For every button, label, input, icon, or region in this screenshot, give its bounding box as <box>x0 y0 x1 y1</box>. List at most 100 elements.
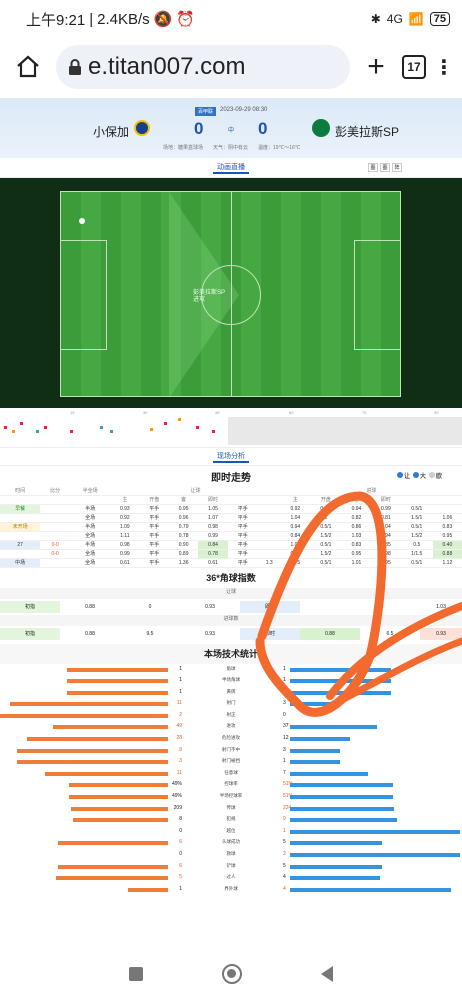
ball-icon <box>79 218 85 224</box>
trend-title: 即时走势 让 大 欧 <box>211 471 442 484</box>
stat-row: 0 越位 1 <box>0 826 462 838</box>
away-stat-bar <box>290 829 460 834</box>
recents-button[interactable] <box>129 967 144 981</box>
away-stat-bar <box>290 864 382 869</box>
away-stat-value: 4 <box>283 874 286 881</box>
stat-row: 0 救球 2 <box>0 849 462 861</box>
odds-table: 时间 比分 半全场 让球 进球 主开盘客即时 主开盘客即时 早餐 半场 0.93 平手 0.9… <box>0 486 462 568</box>
stat-label: 传球 <box>226 804 236 810</box>
analysis-tab-bar: 现场分析 <box>0 448 462 466</box>
away-stat-bar <box>290 667 391 672</box>
away-stat-value: 12 <box>283 735 289 742</box>
away-stat-value: 0 <box>283 711 286 718</box>
stat-row: 49% 半场控球率 51% <box>0 791 462 803</box>
odds-row: 早餐 半场 0.93 平手 0.95 1.05 平手 0.92 0.5/1 0.94 0.99 0.5… <box>0 504 462 514</box>
live-tab-bar: 动画直播 图 图 阵 <box>0 158 462 178</box>
odds-row: 未开场 半场 1.09 平手 0.79 0.98 平手 0.94 0.5/1 0.86 1.04 0.… <box>0 522 462 532</box>
home-stat-value: 1 <box>179 885 182 892</box>
tab-animation-live[interactable]: 动画直播 <box>213 162 249 174</box>
stat-label: 半场角球 <box>222 677 240 683</box>
stat-label: 界外球 <box>224 885 238 891</box>
wifi-icon: 📶 <box>408 12 424 26</box>
away-stat-bar <box>290 806 394 811</box>
trend-legend[interactable]: 让 大 欧 <box>396 471 442 480</box>
home-button[interactable] <box>8 47 48 87</box>
away-stat-bar <box>290 737 350 742</box>
home-stat-bar <box>56 876 168 881</box>
home-stat-value: 6 <box>179 839 182 846</box>
stat-label: 救球 <box>226 851 236 856</box>
home-stat-value: 11 <box>176 700 182 707</box>
away-stat-value: 1 <box>283 665 286 672</box>
stat-row: 49% 控球率 51% <box>0 779 462 791</box>
league-badge: 百甲联 <box>195 107 217 116</box>
stat-label: 射门 <box>226 700 236 706</box>
tab-switcher-button[interactable]: 17 <box>402 55 426 79</box>
pitch: 彭美拉斯SP 进攻 <box>60 191 401 398</box>
home-stat-value: 49% <box>171 793 182 800</box>
home-stat-value: 1 <box>179 688 182 695</box>
tab-live-analysis[interactable]: 现场分析 <box>213 451 249 463</box>
away-stat-bar <box>290 760 340 765</box>
odds-row: 0-0 全场 0.99 平手 0.89 0.78 平手 0.91 1.5/2 0.95 0.98 1/… <box>0 549 462 559</box>
back-button[interactable] <box>320 966 333 982</box>
home-stat-bar <box>128 887 168 892</box>
stat-row: 6 头球成功 5 <box>0 837 462 849</box>
home-stat-bar <box>58 864 168 869</box>
away-stat-value: 7 <box>283 769 286 776</box>
home-stat-bar <box>10 702 168 707</box>
away-team[interactable]: 彭美拉斯SP <box>335 123 399 140</box>
home-stat-bar <box>67 690 168 695</box>
away-stat-value: 4 <box>283 885 286 892</box>
home-stat-bar <box>17 760 168 765</box>
corner-sub-handicap: 让球 <box>0 587 462 599</box>
stat-label: 射正 <box>226 711 236 717</box>
web-page: 百甲联 2023-09-29 08:30 小保加 0 中 0 彭美拉斯SP 场地… <box>0 96 462 948</box>
away-stat-bar <box>290 841 382 846</box>
home-stat-value: 5 <box>179 874 182 881</box>
home-stat-value: 2 <box>179 711 182 718</box>
stat-label: 任意球 <box>224 769 238 775</box>
match-time: 2023-09-29 08:30 <box>220 107 268 113</box>
view-toggle-2[interactable]: 图 <box>380 163 390 172</box>
odds-row: 中场 全场 0.61 平手 1.36 0.61 平手 1.3 0.75 0.5/1 1.01 0.95… <box>0 558 462 568</box>
attack-label: 彭美拉斯SP 进攻 <box>193 290 226 303</box>
menu-button[interactable]: ⋮ <box>434 55 454 80</box>
browser-toolbar: e.titan007.com + 17 ⋮ <box>0 38 462 96</box>
home-stat-bar <box>67 667 168 672</box>
stat-label: 半场控球率 <box>219 793 243 799</box>
stat-label: 铲球 <box>226 862 236 868</box>
alarm-icon: ⏰ <box>176 11 196 28</box>
new-tab-button[interactable]: + <box>358 50 394 84</box>
home-stat-value: 0 <box>179 851 182 857</box>
stat-label: 进攻 <box>226 723 236 729</box>
away-stat-bar <box>290 818 397 823</box>
home-nav-button[interactable] <box>221 964 242 984</box>
away-stat-bar <box>290 795 393 800</box>
home-stat-bar <box>45 771 168 776</box>
stat-row: 1 角球 1 <box>0 664 462 676</box>
home-stat-bar <box>69 783 168 788</box>
stat-label: 过人 <box>226 874 236 880</box>
away-stat-bar <box>290 771 368 776</box>
home-stat-value: 49 <box>176 723 182 730</box>
home-stat-bar <box>27 737 168 742</box>
mute-icon: 🔕 <box>153 11 173 28</box>
view-toggle-1[interactable]: 图 <box>368 163 378 172</box>
home-stat-value: 0 <box>179 827 182 834</box>
stat-label: 控球率 <box>224 781 238 787</box>
match-status: 中 <box>228 128 235 134</box>
home-team[interactable]: 小保加 <box>93 123 129 140</box>
away-stat-bar <box>290 887 451 892</box>
home-stat-value: 9 <box>179 746 182 753</box>
stat-row: 11 任意球 7 <box>0 768 462 780</box>
away-stat-value: 1 <box>283 827 286 834</box>
home-stat-value: 11 <box>176 769 182 776</box>
away-stat-bar <box>290 748 340 753</box>
system-nav-bar <box>0 948 462 1000</box>
view-toggle-3[interactable]: 阵 <box>392 163 402 172</box>
stat-row: 2 射正 0 <box>0 710 462 722</box>
stat-row: 8 犯规 9 <box>0 814 462 826</box>
odds-row: 全场 0.92 平手 0.96 1.07 平手 1.04 2 0.82 0.81 1.5/1 1.06 <box>0 513 462 523</box>
address-bar[interactable]: e.titan007.com <box>56 45 350 89</box>
